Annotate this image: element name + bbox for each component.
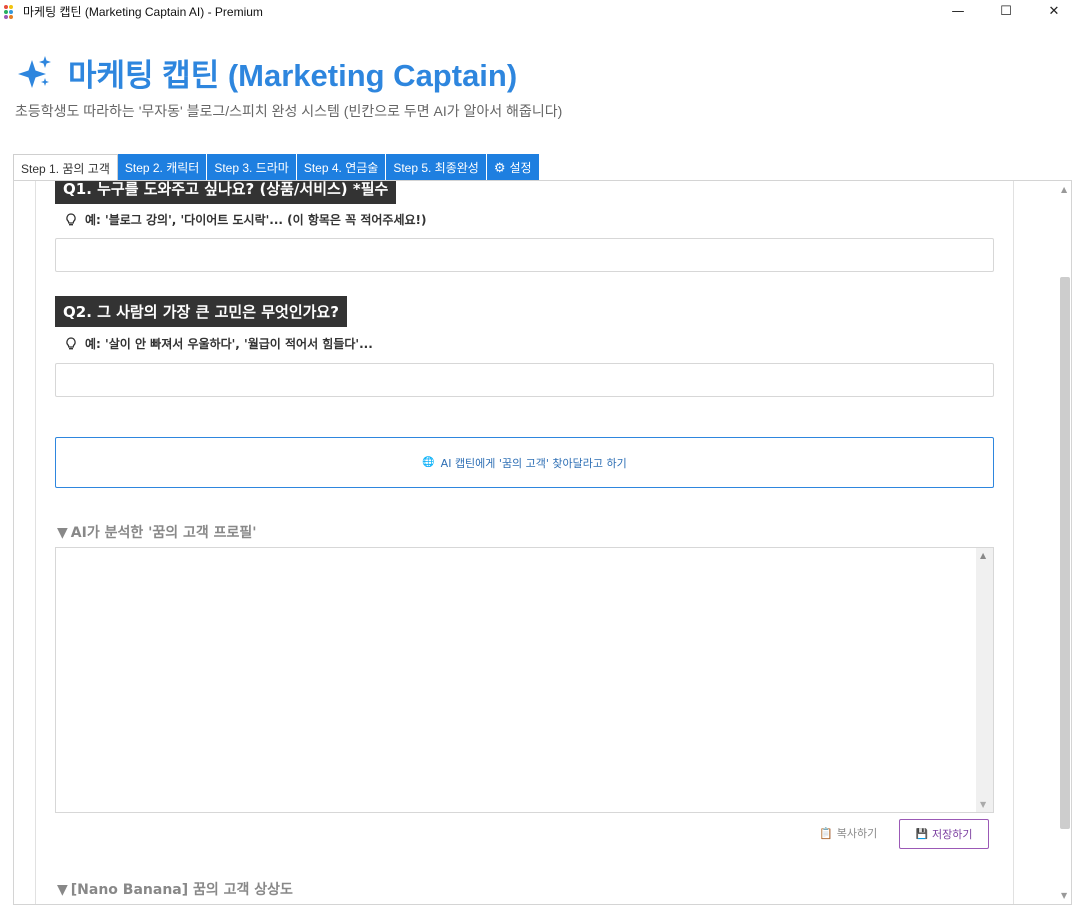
tab-step3[interactable]: Step 3. 드라마: [207, 154, 297, 181]
tab-step5[interactable]: Step 5. 최종완성: [386, 154, 487, 181]
tab-step1[interactable]: Step 1. 꿈의 고객: [13, 154, 118, 182]
q1-hint: 예: '블로그 강의', '다이어트 도시락'... (이 항목은 꼭 적어주세…: [65, 211, 427, 228]
customer-profile-textarea[interactable]: ▲ ▼: [55, 547, 994, 813]
scroll-up-icon[interactable]: ▲: [1061, 185, 1067, 194]
content-border-left: [35, 181, 36, 904]
q2-hint: 예: '살이 안 빠져서 우울하다', '월급이 적어서 힘들다'...: [65, 335, 373, 352]
q2-hint-text: 예: '살이 안 빠져서 우울하다', '월급이 적어서 힘들다'...: [85, 337, 373, 351]
tab-settings[interactable]: ⚙ 설정: [486, 154, 540, 181]
tab-label: Step 5. 최종완성: [393, 161, 479, 175]
tab-label: Step 4. 연금술: [303, 161, 379, 175]
image-section-title: [Nano Banana] 꿈의 고객 상상도: [70, 882, 293, 898]
save-button[interactable]: 💾 저장하기: [899, 819, 989, 849]
q2-input[interactable]: [55, 363, 994, 397]
step-tabs: Step 1. 꿈의 고객 Step 2. 캐릭터 Step 3. 드라마 St…: [13, 154, 540, 182]
globe-icon: 🌐: [422, 457, 435, 468]
q1-label: Q1. 누구를 도와주고 싶나요? (상품/서비스) *필수: [55, 181, 397, 204]
ai-button-label: AI 캡틴에게 '꿈의 고객' 찾아달라고 하기: [440, 456, 627, 470]
scroll-up-icon[interactable]: ▲: [980, 551, 986, 560]
sparkles-icon: [18, 55, 51, 88]
page-title: 마케팅 캡틴 (Marketing Captain): [18, 50, 517, 95]
tab-label: 설정: [509, 161, 532, 175]
tab-label: Step 3. 드라마: [214, 161, 289, 175]
scrollbar-thumb[interactable]: [1060, 277, 1070, 829]
panel-scrollbar[interactable]: ▲ ▼: [1058, 181, 1071, 904]
window-titlebar: 마케팅 캡틴 (Marketing Captain AI) - Premium …: [0, 0, 1078, 22]
gear-icon: ⚙: [493, 159, 506, 175]
window-controls: — ☐ ✕: [934, 0, 1078, 22]
q1-hint-text: 예: '블로그 강의', '다이어트 도시락'... (이 항목은 꼭 적어주세…: [85, 213, 427, 227]
window-title: 마케팅 캡틴 (Marketing Captain AI) - Premium: [23, 4, 263, 19]
textarea-scrollbar[interactable]: ▲ ▼: [976, 548, 993, 812]
q2-label: Q2. 그 사람의 가장 큰 고민은 무엇인가요?: [55, 296, 347, 327]
tab-content-panel: Q1. 누구를 도와주고 싶나요? (상품/서비스) *필수 예: '블로그 강…: [13, 180, 1072, 905]
app-icon: [4, 4, 17, 19]
save-button-label: 저장하기: [931, 828, 973, 841]
lightbulb-icon: [66, 336, 76, 349]
content-border-right: [1013, 181, 1014, 904]
scroll-down-icon[interactable]: ▼: [1061, 891, 1067, 900]
scroll-down-icon[interactable]: ▼: [980, 800, 986, 809]
profile-section-header[interactable]: ▼ AI가 분석한 '꿈의 고객 프로필': [57, 522, 257, 542]
tab-label: Step 2. 캐릭터: [124, 161, 200, 175]
clipboard-icon: 📋: [819, 826, 833, 840]
page-subtitle: 초등학생도 따라하는 '무자동' 블로그/스피치 완성 시스템 (빈칸으로 두면…: [15, 103, 563, 119]
image-section-header[interactable]: ▼ [Nano Banana] 꿈의 고객 상상도: [57, 879, 293, 899]
close-button[interactable]: ✕: [1030, 0, 1078, 22]
lightbulb-icon: [66, 212, 76, 225]
find-customer-ai-button[interactable]: 🌐 AI 캡틴에게 '꿈의 고객' 찾아달라고 하기: [55, 437, 994, 488]
copy-button-label: 복사하기: [836, 827, 878, 840]
floppy-disk-icon: 💾: [915, 828, 928, 840]
collapse-arrow-icon: ▼: [57, 882, 68, 898]
page-title-text: 마케팅 캡틴 (Marketing Captain): [68, 58, 518, 93]
collapse-arrow-icon: ▼: [57, 525, 68, 541]
profile-section-title: AI가 분석한 '꿈의 고객 프로필': [70, 525, 257, 541]
tab-label: Step 1. 꿈의 고객: [21, 162, 110, 176]
tab-step4[interactable]: Step 4. 연금술: [296, 154, 387, 181]
maximize-button[interactable]: ☐: [982, 0, 1030, 22]
tab-step2[interactable]: Step 2. 캐릭터: [117, 154, 208, 181]
q1-input[interactable]: [55, 238, 994, 272]
minimize-button[interactable]: —: [934, 0, 982, 22]
copy-button[interactable]: 📋 복사하기: [819, 825, 877, 841]
